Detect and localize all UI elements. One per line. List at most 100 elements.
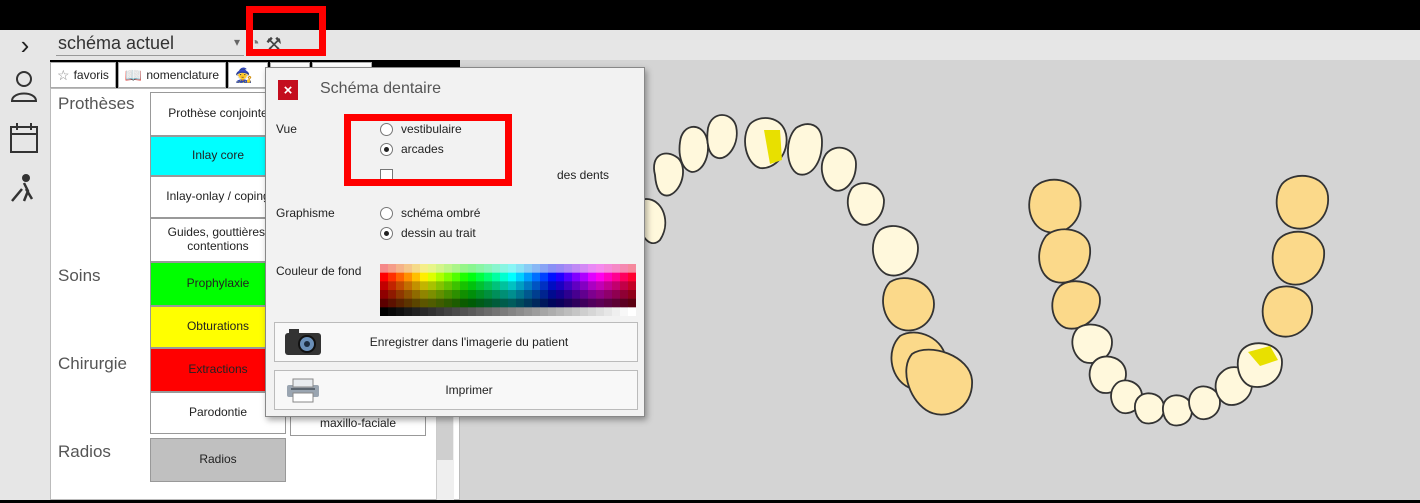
color-swatch[interactable] [396, 298, 405, 308]
color-swatch[interactable] [588, 281, 597, 291]
tooth[interactable] [787, 123, 823, 176]
color-swatch[interactable] [516, 281, 525, 291]
radio-dessin-au-trait[interactable]: dessin au trait [380, 226, 476, 240]
color-swatch[interactable] [452, 281, 461, 291]
color-swatch[interactable] [452, 298, 461, 308]
color-swatch[interactable] [444, 307, 453, 316]
tooth[interactable] [1051, 280, 1101, 330]
button-radios[interactable]: Radios [150, 438, 286, 482]
color-swatch[interactable] [572, 290, 581, 299]
color-swatch[interactable] [396, 272, 405, 282]
color-swatch[interactable] [452, 264, 461, 273]
color-swatch[interactable] [484, 290, 493, 299]
color-swatch[interactable] [532, 264, 541, 273]
color-swatch[interactable] [612, 307, 621, 316]
color-swatch[interactable] [492, 290, 501, 299]
color-swatch[interactable] [436, 290, 445, 299]
color-swatch[interactable] [444, 290, 453, 299]
color-swatch[interactable] [596, 264, 605, 273]
color-swatch[interactable] [404, 298, 413, 308]
color-swatch[interactable] [532, 272, 541, 282]
color-swatch[interactable] [500, 290, 509, 299]
color-swatch[interactable] [620, 272, 629, 282]
color-swatch[interactable] [412, 298, 421, 308]
tooth[interactable] [872, 225, 919, 277]
color-swatch[interactable] [476, 272, 485, 282]
color-swatch[interactable] [580, 264, 589, 273]
color-swatch[interactable] [388, 264, 397, 273]
color-swatch[interactable] [428, 298, 437, 308]
color-swatch[interactable] [460, 264, 469, 273]
tooth[interactable] [1162, 394, 1193, 427]
color-swatch[interactable] [500, 307, 509, 316]
color-swatch[interactable] [492, 307, 501, 316]
color-swatch[interactable] [380, 298, 389, 308]
color-swatch[interactable] [428, 272, 437, 282]
color-swatch[interactable] [580, 307, 589, 316]
color-swatch[interactable] [412, 272, 421, 282]
color-swatch[interactable] [612, 281, 621, 291]
print-button[interactable]: Imprimer [274, 370, 638, 410]
color-swatch[interactable] [484, 272, 493, 282]
tooth[interactable] [678, 126, 709, 173]
color-swatch[interactable] [564, 281, 573, 291]
color-swatch[interactable] [596, 298, 605, 308]
color-swatch[interactable] [524, 272, 533, 282]
color-swatch[interactable] [500, 281, 509, 291]
color-swatch[interactable] [508, 290, 517, 299]
color-swatch[interactable] [588, 307, 597, 316]
color-swatch[interactable] [548, 281, 557, 291]
color-swatch[interactable] [492, 272, 501, 282]
color-swatch[interactable] [524, 281, 533, 291]
color-swatch[interactable] [508, 272, 517, 282]
color-swatch[interactable] [572, 298, 581, 308]
color-swatch[interactable] [516, 307, 525, 316]
color-swatch[interactable] [620, 281, 629, 291]
color-swatch[interactable] [628, 298, 636, 308]
color-swatch[interactable] [588, 264, 597, 273]
tooth[interactable] [1028, 178, 1082, 234]
hiker-icon[interactable] [6, 168, 42, 208]
tooth[interactable] [1275, 175, 1329, 230]
color-swatch[interactable] [388, 272, 397, 282]
color-swatch[interactable] [588, 290, 597, 299]
color-swatch[interactable] [580, 281, 589, 291]
color-swatch[interactable] [396, 290, 405, 299]
color-swatch[interactable] [460, 298, 469, 308]
tab-wizard[interactable]: 🧙 [228, 62, 269, 88]
color-swatch[interactable] [596, 272, 605, 282]
color-swatch[interactable] [468, 281, 477, 291]
color-swatch[interactable] [620, 264, 629, 273]
color-swatch[interactable] [580, 272, 589, 282]
color-swatch[interactable] [436, 307, 445, 316]
user-icon[interactable] [6, 66, 42, 106]
color-swatch[interactable] [452, 307, 461, 316]
color-swatch[interactable] [628, 290, 636, 299]
color-swatch[interactable] [420, 290, 429, 299]
color-swatch[interactable] [620, 307, 629, 316]
color-swatch[interactable] [540, 307, 549, 316]
color-swatch[interactable] [588, 272, 597, 282]
radio-schema-ombre[interactable]: schéma ombré [380, 206, 480, 220]
color-swatch[interactable] [500, 272, 509, 282]
color-swatch[interactable] [476, 307, 485, 316]
tooth[interactable] [882, 277, 935, 332]
color-swatch[interactable] [420, 281, 429, 291]
color-swatch[interactable] [564, 298, 573, 308]
color-swatch[interactable] [388, 307, 397, 316]
color-swatch[interactable] [412, 281, 421, 291]
color-swatch[interactable] [500, 298, 509, 308]
tab-favoris[interactable]: ☆ favoris [50, 62, 116, 88]
tab-nomenclature[interactable]: 📖 nomenclature [117, 62, 227, 88]
color-swatch[interactable] [428, 307, 437, 316]
color-swatch[interactable] [524, 264, 533, 273]
color-swatch[interactable] [532, 281, 541, 291]
color-swatch[interactable] [516, 290, 525, 299]
color-swatch[interactable] [532, 307, 541, 316]
color-swatch[interactable] [444, 298, 453, 308]
color-palette[interactable] [380, 264, 636, 316]
color-swatch[interactable] [388, 281, 397, 291]
color-swatch[interactable] [460, 272, 469, 282]
color-swatch[interactable] [556, 298, 565, 308]
color-swatch[interactable] [580, 290, 589, 299]
